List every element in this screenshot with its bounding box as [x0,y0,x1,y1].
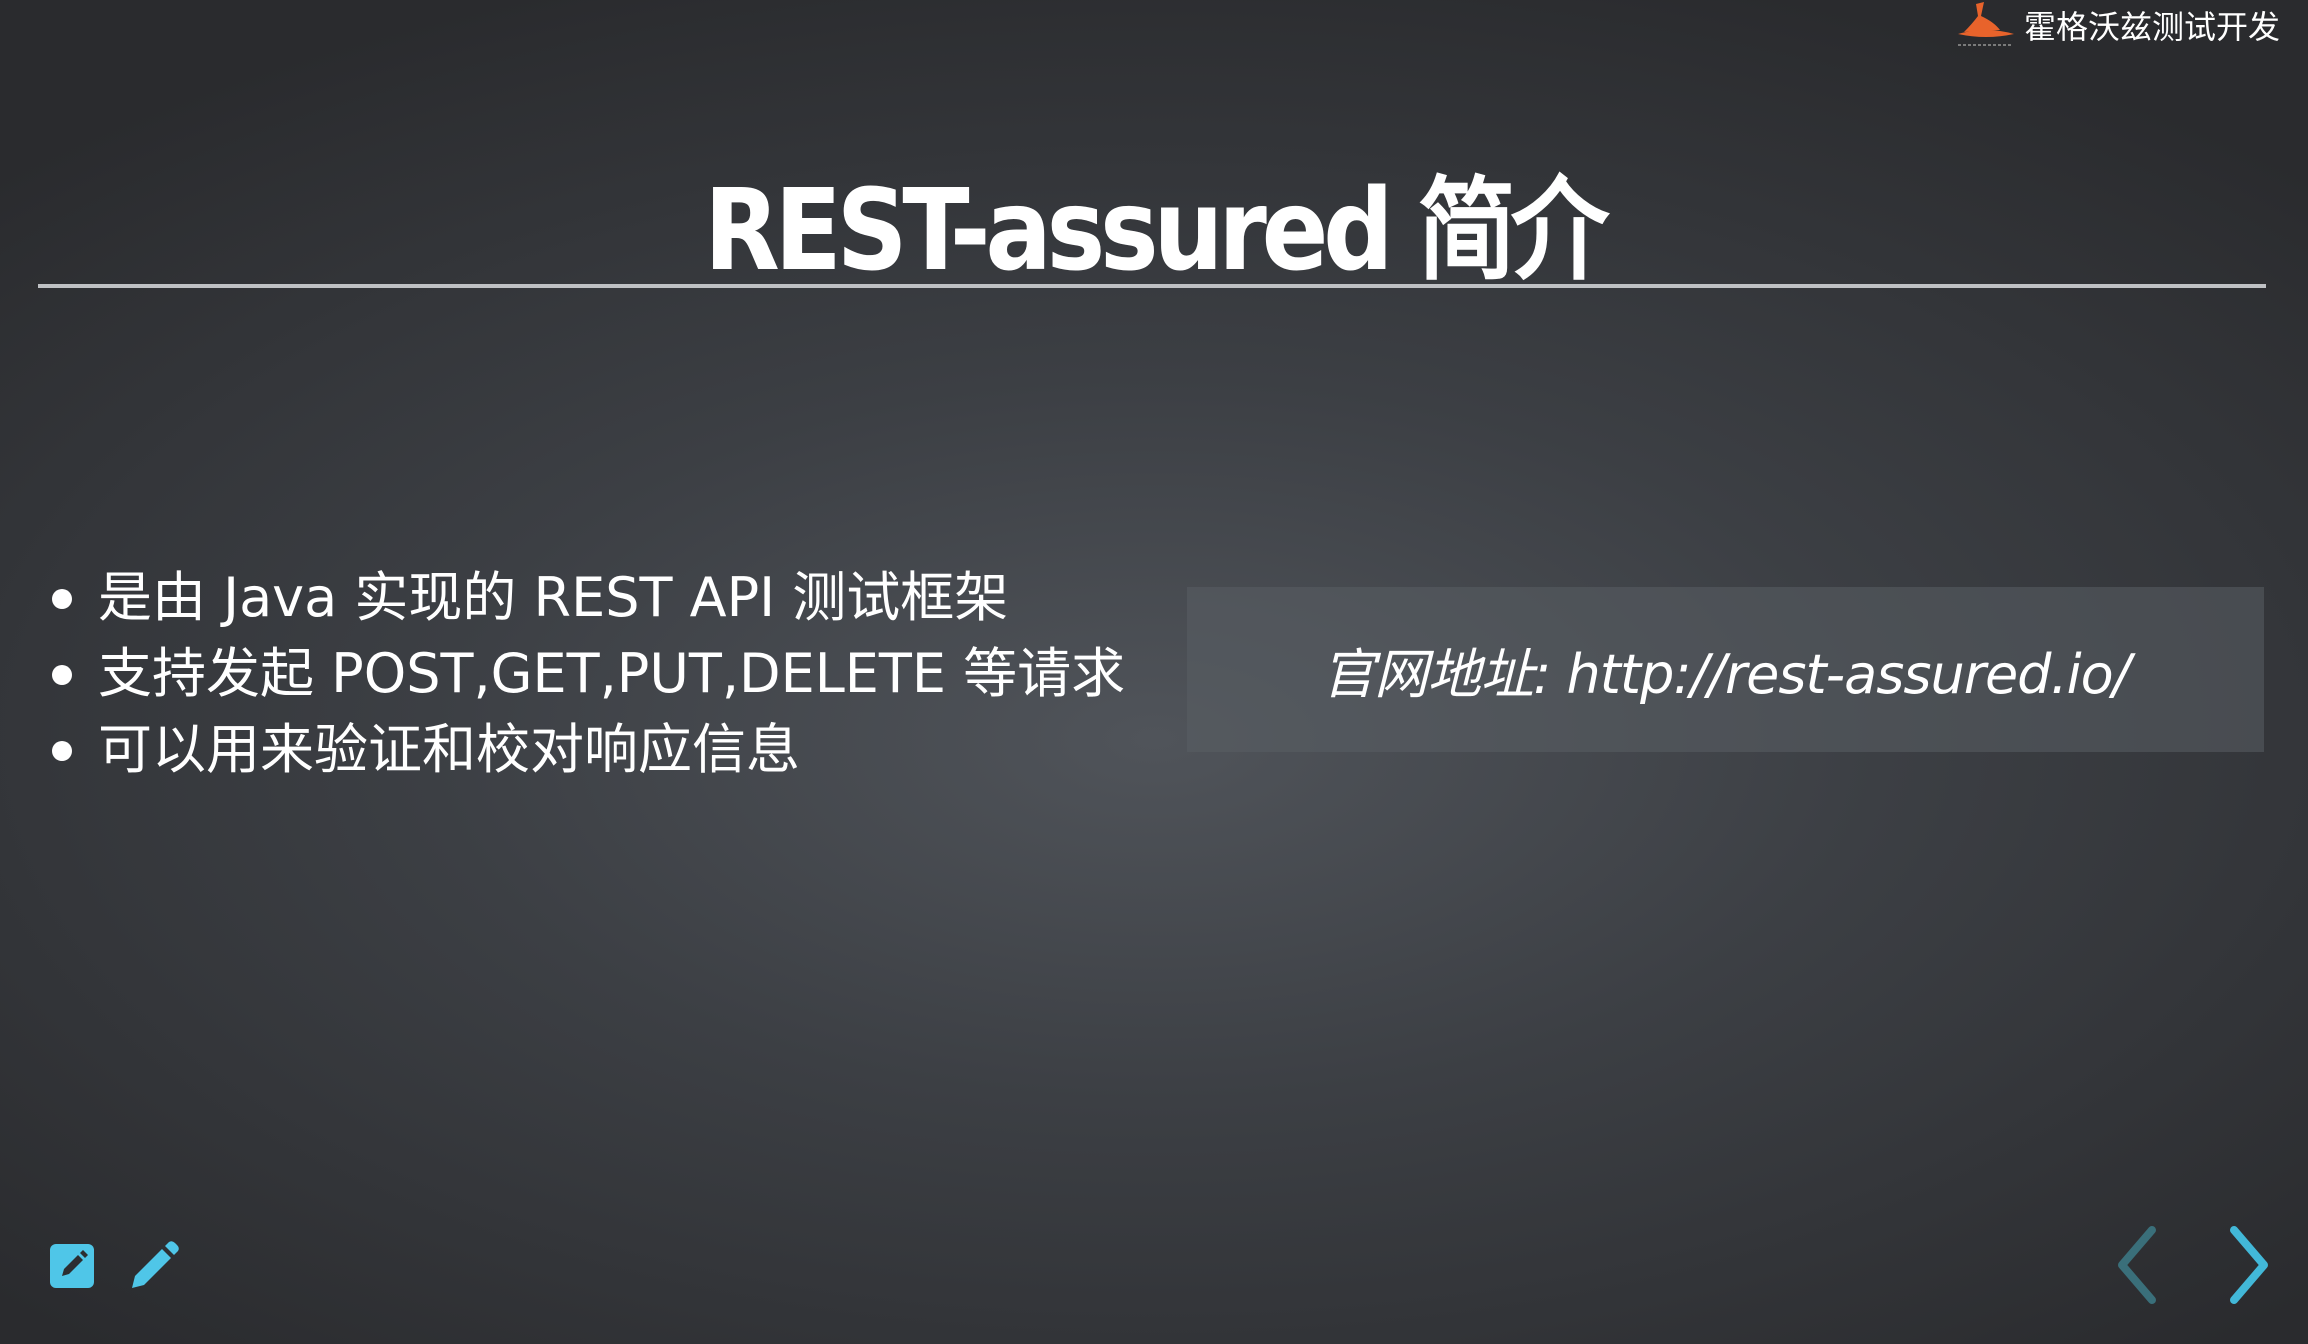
brand: 霍格沃兹测试开发 [1954,0,2280,50]
bullet-list: 是由 Java 实现的 REST API 测试框架 支持发起 POST,GET,… [48,560,1125,788]
bullet-text: 支持发起 POST,GET,PUT,DELETE 等请求 [98,642,1126,705]
bullet-dot-icon [52,589,72,609]
bullet-dot-icon [52,741,72,761]
speaker-notes-button[interactable] [42,1236,102,1296]
chevron-right-icon [2230,1226,2268,1304]
pen-tool-button[interactable] [124,1236,184,1296]
slide-title: REST-assured 简介 [703,166,1609,297]
wizard-hat-icon [1954,0,2018,50]
previous-slide-button[interactable] [2108,1220,2168,1310]
bullet-dot-icon [52,665,72,685]
bullet-text: 可以用来验证和校对响应信息 [98,718,800,781]
bullet-item: 是由 Java 实现的 REST API 测试框架 [48,560,1125,636]
pencil-icon [132,1241,179,1288]
bullet-item: 可以用来验证和校对响应信息 [48,712,1125,788]
next-slide-button[interactable] [2218,1220,2278,1310]
bullet-item: 支持发起 POST,GET,PUT,DELETE 等请求 [48,636,1125,712]
brand-name: 霍格沃兹测试开发 [2023,8,2280,46]
speaker-notes-icon [50,1244,94,1288]
chevron-left-icon [2118,1226,2156,1304]
bullet-text: 是由 Java 实现的 REST API 测试框架 [98,566,1009,629]
title-divider [38,284,2266,288]
official-site-box: 官网地址: http://rest-assured.io/ [1187,587,2264,752]
official-site-text: 官网地址: http://rest-assured.io/ [1321,643,2131,706]
